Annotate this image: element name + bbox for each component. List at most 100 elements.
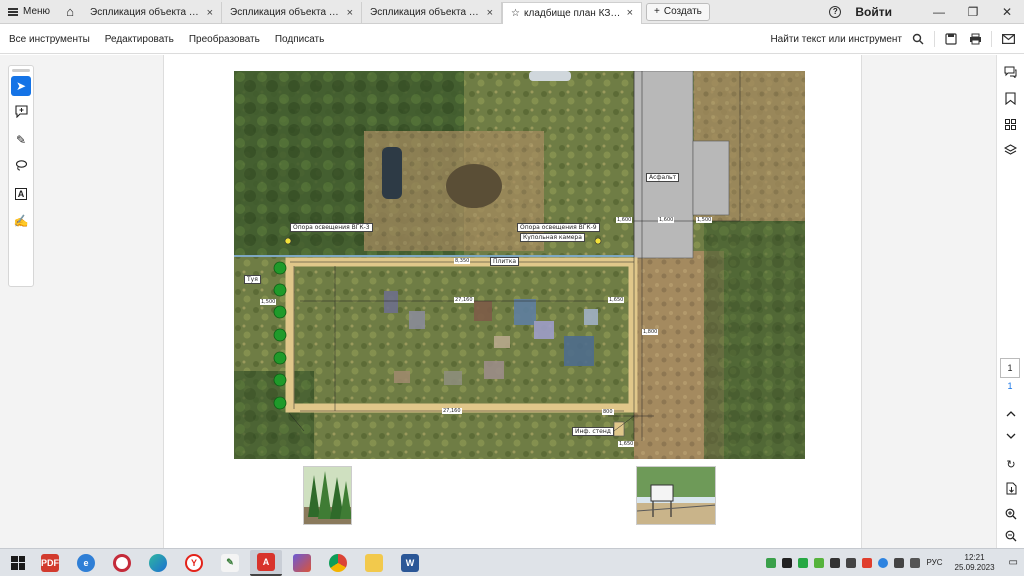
pen-icon: ✎ xyxy=(15,133,27,147)
photo-thuja xyxy=(303,466,352,525)
taskbar-app-explorer[interactable] xyxy=(358,550,390,576)
taskbar-app-paint[interactable]: ✎ xyxy=(214,550,246,576)
sign-in-button[interactable]: Войти xyxy=(855,5,892,19)
tray-app-icon[interactable] xyxy=(894,557,905,568)
tray-app-icon[interactable] xyxy=(814,557,825,568)
dimension-label: 1,600 xyxy=(658,217,675,223)
label-info-stand: Инф. стенд xyxy=(572,427,614,436)
close-icon[interactable]: × xyxy=(347,7,353,19)
close-icon[interactable]: × xyxy=(207,7,213,19)
word-icon: W xyxy=(401,553,419,572)
select-tool[interactable]: ➤ xyxy=(11,76,31,96)
dimension-label: 1,800 xyxy=(642,329,659,335)
paint-icon: ✎ xyxy=(221,553,239,572)
all-tools-menu[interactable]: Все инструменты xyxy=(9,34,90,45)
refresh-icon[interactable]: ↻ xyxy=(1002,455,1020,473)
taskbar-app-chrome[interactable] xyxy=(322,550,354,576)
highlight-tool[interactable]: ✎ xyxy=(11,130,31,150)
print-icon[interactable] xyxy=(967,31,983,47)
search-icon[interactable] xyxy=(910,31,926,47)
start-button[interactable] xyxy=(4,549,32,576)
draw-tool[interactable] xyxy=(11,157,31,177)
document-viewport[interactable]: Опора освещения ВГК-3 Опора освещения ВГ… xyxy=(163,55,862,548)
layers-icon[interactable] xyxy=(1002,141,1020,159)
convert-menu[interactable]: Преобразовать xyxy=(189,34,260,45)
taskbar-app-edge[interactable] xyxy=(142,550,174,576)
maximize-icon[interactable]: ❐ xyxy=(956,5,990,19)
photo-info-stand xyxy=(636,466,716,525)
quick-tools: ➤ ✎ A ✍ xyxy=(8,65,34,287)
sign-tool[interactable]: ✍ xyxy=(11,211,31,231)
taskbar-app-edge-legacy[interactable]: e xyxy=(70,550,102,576)
tray-app-icon[interactable] xyxy=(910,557,921,568)
chevron-down-icon[interactable] xyxy=(1002,427,1020,445)
lasso-icon xyxy=(15,159,28,175)
minimize-icon[interactable]: — xyxy=(922,5,956,19)
cursor-icon: ➤ xyxy=(15,79,27,93)
tray-app-icon[interactable] xyxy=(782,557,793,568)
home-button[interactable]: ⌂ xyxy=(58,0,82,24)
zoom-in-icon[interactable] xyxy=(1002,505,1020,523)
star-icon[interactable]: ☆ xyxy=(511,8,520,19)
new-tab-button[interactable]: + Создать xyxy=(646,2,710,21)
chevron-up-icon[interactable] xyxy=(1002,405,1020,423)
tab-document-3[interactable]: Эспликация объекта вышка... × xyxy=(362,1,503,24)
page-number-input[interactable]: 1 xyxy=(1000,358,1020,378)
plus-icon: + xyxy=(654,6,660,17)
tray-app-icon[interactable] xyxy=(798,557,809,568)
text-tool[interactable]: A xyxy=(11,184,31,204)
label-pole-left: Опора освещения ВГК-3 xyxy=(290,223,373,232)
dimension-label: 800 xyxy=(602,409,614,415)
mail-icon[interactable] xyxy=(1000,31,1016,47)
edge-icon xyxy=(149,553,167,572)
menu-button[interactable]: Меню xyxy=(0,0,58,24)
thumbnails-icon[interactable] xyxy=(1002,115,1020,133)
edit-menu[interactable]: Редактировать xyxy=(105,34,174,45)
clock[interactable]: 12:21 25.09.2023 xyxy=(955,553,995,573)
tab-document-active[interactable]: ☆ кладбище план КЗор... × xyxy=(502,1,643,24)
drag-handle[interactable] xyxy=(12,69,30,72)
folder-icon xyxy=(365,553,383,572)
dimension-label: 1,650 xyxy=(618,441,635,447)
new-tab-label: Создать xyxy=(663,6,702,17)
language-indicator[interactable]: РУС xyxy=(926,558,942,567)
right-panel: 1 1 ↻ xyxy=(862,55,1024,548)
photos-icon xyxy=(293,553,311,572)
tray-app-icon[interactable] xyxy=(830,557,841,568)
dimension-label: 8,350 xyxy=(454,258,471,264)
dimension-label: 27,160 xyxy=(442,408,462,414)
sign-menu[interactable]: Подписать xyxy=(275,34,325,45)
close-icon[interactable]: × xyxy=(487,7,493,19)
save-icon[interactable] xyxy=(943,31,959,47)
target-app-icon xyxy=(113,553,131,572)
tab-label: Эспликация объекта вышка... xyxy=(370,7,483,18)
comments-icon[interactable] xyxy=(1002,63,1020,81)
zoom-out-icon[interactable] xyxy=(1002,527,1020,545)
comment-tool[interactable] xyxy=(11,103,31,123)
notifications-icon[interactable]: ▭ xyxy=(1009,557,1018,568)
site-plan-page: Опора освещения ВГК-3 Опора освещения ВГ… xyxy=(234,71,805,459)
tab-document-2[interactable]: Эспликация объекта беседк... × xyxy=(222,1,363,24)
search-tools-label[interactable]: Найти текст или инструмент xyxy=(770,34,902,45)
taskbar-app-settings[interactable] xyxy=(106,550,138,576)
bookmark-icon[interactable] xyxy=(1002,89,1020,107)
taskbar-app-word[interactable]: W xyxy=(394,550,426,576)
taskbar-app-acrobat[interactable]: A xyxy=(250,549,282,576)
main-toolbar: Все инструменты Редактировать Преобразов… xyxy=(0,25,1024,54)
close-icon[interactable]: × xyxy=(627,7,633,19)
dimension-label: 27,160 xyxy=(454,297,474,303)
window-close-icon[interactable]: ✕ xyxy=(990,5,1024,19)
menu-label: Меню xyxy=(23,6,51,17)
taskbar-app-yandex[interactable]: Y xyxy=(178,550,210,576)
taskbar-app-pdf[interactable]: PDF xyxy=(34,550,66,576)
tray-app-icon[interactable] xyxy=(846,557,857,568)
tray-app-icon[interactable] xyxy=(878,557,889,568)
left-panel: ➤ ✎ A ✍ xyxy=(0,55,163,548)
taskbar-app-photos[interactable] xyxy=(286,550,318,576)
tray-app-icon[interactable] xyxy=(766,557,777,568)
help-icon[interactable]: ? xyxy=(829,5,842,18)
windows-taskbar: PDF e Y ✎ A W РУС 12:21 25.09.2023 ▭ xyxy=(0,548,1024,576)
tab-document-1[interactable]: Эспликация объекта скамья... × xyxy=(82,1,223,24)
export-icon[interactable] xyxy=(1002,479,1020,497)
tray-app-icon[interactable] xyxy=(862,557,873,568)
